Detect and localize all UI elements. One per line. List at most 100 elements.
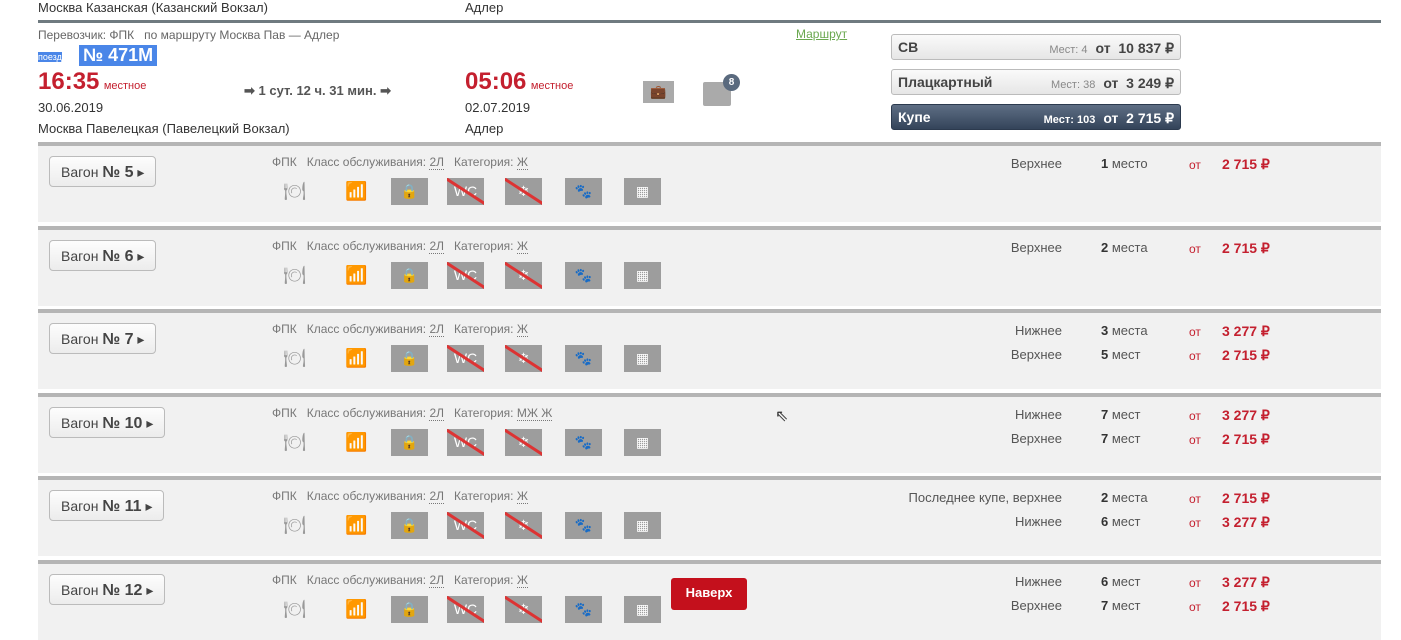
no-ac-icon: ❄ (505, 345, 542, 373)
class-name: Купе (898, 109, 931, 125)
chart-icon: 📶 (345, 515, 368, 536)
train-label: поезд (38, 52, 62, 62)
wagon-button[interactable]: Вагон № 6 ▸ (49, 239, 157, 271)
arrival-time: 05:06 (465, 68, 527, 95)
mouse-cursor-icon: ⇖ (775, 408, 789, 425)
wagon-number: № 7 (102, 331, 134, 349)
bag-icon: 🔒 (391, 345, 428, 373)
seat-count: 6 мест (1101, 514, 1140, 529)
class-tab-2[interactable]: Купе Мест: 103 от 2 715 ₽ (891, 104, 1181, 130)
arrival-date: 02.07.2019 (465, 100, 531, 115)
seat-count-number: 1 (1101, 156, 1109, 171)
pets-icon: 🐾 (565, 178, 602, 205)
chart-icon: 📶 (345, 599, 368, 619)
seat-count: 2 места (1101, 490, 1148, 505)
service-label: Класс обслуживания: (306, 405, 427, 420)
service-class[interactable]: 2Л (429, 155, 445, 170)
departure-station: Москва Павелецкая (Павелецкий Вокзал) (38, 121, 290, 136)
meal-icon: 🍽 (283, 431, 306, 452)
price-from: от (1189, 241, 1201, 256)
play-arrow-icon: ▸ (137, 247, 145, 264)
category-value[interactable]: Ж (516, 322, 528, 338)
no-wc-icon: WC (447, 596, 484, 623)
wagon-label: Вагон (61, 164, 99, 180)
train-number: № 471М (79, 45, 158, 66)
wagon-button[interactable]: Вагон № 10 ▸ (49, 406, 166, 438)
category-label: Категория: (454, 238, 514, 253)
category-value[interactable]: МЖ Ж (516, 405, 553, 421)
service-class[interactable]: 2Л (429, 489, 445, 505)
seat-count: 6 мест (1101, 574, 1140, 589)
seat-price: 2 715 ₽ (1222, 156, 1270, 172)
service-class[interactable]: 2Л (429, 322, 445, 338)
price-from: от (1189, 158, 1201, 172)
wagon-row: Вагон № 11 ▸ ФПК Класс обслуживания: 2Л … (38, 476, 1381, 557)
seat-count-unit: мест (1111, 347, 1141, 363)
wagon-button[interactable]: Вагон № 7 ▸ (49, 323, 157, 355)
arrival-station: Адлер (465, 121, 504, 136)
class-name: Плацкартный (898, 74, 993, 90)
class-seats: Мест: 38 (1051, 79, 1096, 91)
seat-price: 2 715 ₽ (1222, 239, 1270, 256)
route-link[interactable]: Маршрут (796, 27, 847, 41)
seat-price: 3 277 ₽ (1222, 574, 1270, 590)
service-label: Класс обслуживания: (306, 238, 427, 253)
category-value[interactable]: Ж (516, 573, 528, 588)
chart-icon: 📶 (345, 431, 368, 452)
wagon-label: Вагон (61, 582, 99, 598)
wagon-button[interactable]: Вагон № 11 ▸ (49, 490, 165, 522)
category-value[interactable]: Ж (516, 155, 528, 170)
wagon-number: № 11 (102, 498, 142, 516)
price-from: от (1189, 600, 1201, 614)
pets-icon: 🐾 (565, 428, 602, 456)
service-class[interactable]: 2Л (429, 238, 445, 254)
no-wc-icon: WC (447, 512, 484, 540)
seat-count-number: 6 (1101, 514, 1109, 530)
category-label: Категория: (454, 322, 514, 337)
arrival-local: местное (530, 80, 574, 92)
no-ac-icon: ❄ (505, 428, 542, 456)
prev-to-station: Адлер (465, 0, 504, 15)
seat-count: 7 мест (1101, 431, 1140, 446)
bag-icon: 💼 (643, 81, 674, 103)
category-label: Категория: (454, 573, 514, 587)
class-price: 3 249 ₽ (1126, 75, 1174, 91)
pets-icon: 🐾 (565, 345, 602, 373)
wagon-button[interactable]: Вагон № 12 ▸ (49, 574, 166, 605)
no-wc-icon: WC (447, 261, 484, 289)
class-seats: Мест: 4 (1049, 44, 1088, 56)
wagon-label: Вагон (61, 498, 99, 515)
seat-type: Последнее купе, верхнее (908, 490, 1062, 506)
wagon-number: № 12 (102, 582, 143, 599)
seat-count-number: 2 (1101, 239, 1109, 255)
divider (38, 20, 1381, 23)
seat-count: 7 мест (1101, 407, 1140, 422)
seat-count-unit: мест (1111, 514, 1141, 530)
meal-icon: 🍽 (283, 515, 306, 536)
service-class[interactable]: 2Л (429, 573, 445, 588)
class-tab-1[interactable]: Плацкартный Мест: 38 от 3 249 ₽ (891, 69, 1181, 95)
no-wc-icon: WC (447, 178, 484, 205)
seat-price: 2 715 ₽ (1222, 490, 1270, 507)
service-class[interactable]: 2Л (429, 405, 445, 421)
scroll-to-top-button[interactable]: Наверх (671, 578, 747, 610)
seat-count-unit: места (1111, 239, 1148, 255)
wagon-button[interactable]: Вагон № 5 ▸ (49, 156, 157, 187)
travel-duration: 1 сут. 12 ч. 31 мин. (258, 83, 377, 98)
class-tab-0[interactable]: СВ Мест: 4 от 10 837 ₽ (891, 34, 1181, 60)
prev-from-station: Москва Казанская (Казанский Вокзал) (38, 0, 268, 15)
seat-count-number: 5 (1101, 347, 1109, 363)
class-from: от (1095, 40, 1111, 56)
category-value[interactable]: Ж (516, 489, 528, 505)
seat-count-unit: мест (1111, 598, 1141, 613)
linen-icon: ▦ (624, 178, 661, 205)
wagon-label: Вагон (61, 331, 99, 348)
seat-type: Нижнее (1015, 323, 1062, 339)
category-value[interactable]: Ж (516, 238, 528, 254)
category-label: Категория: (454, 405, 514, 420)
bag-icon: 🔒 (391, 261, 428, 289)
chart-icon: 📶 (345, 181, 368, 201)
meal-icon: 🍽 (283, 264, 306, 285)
seat-price: 3 277 ₽ (1222, 406, 1270, 423)
linen-icon: ▦ (624, 261, 661, 289)
